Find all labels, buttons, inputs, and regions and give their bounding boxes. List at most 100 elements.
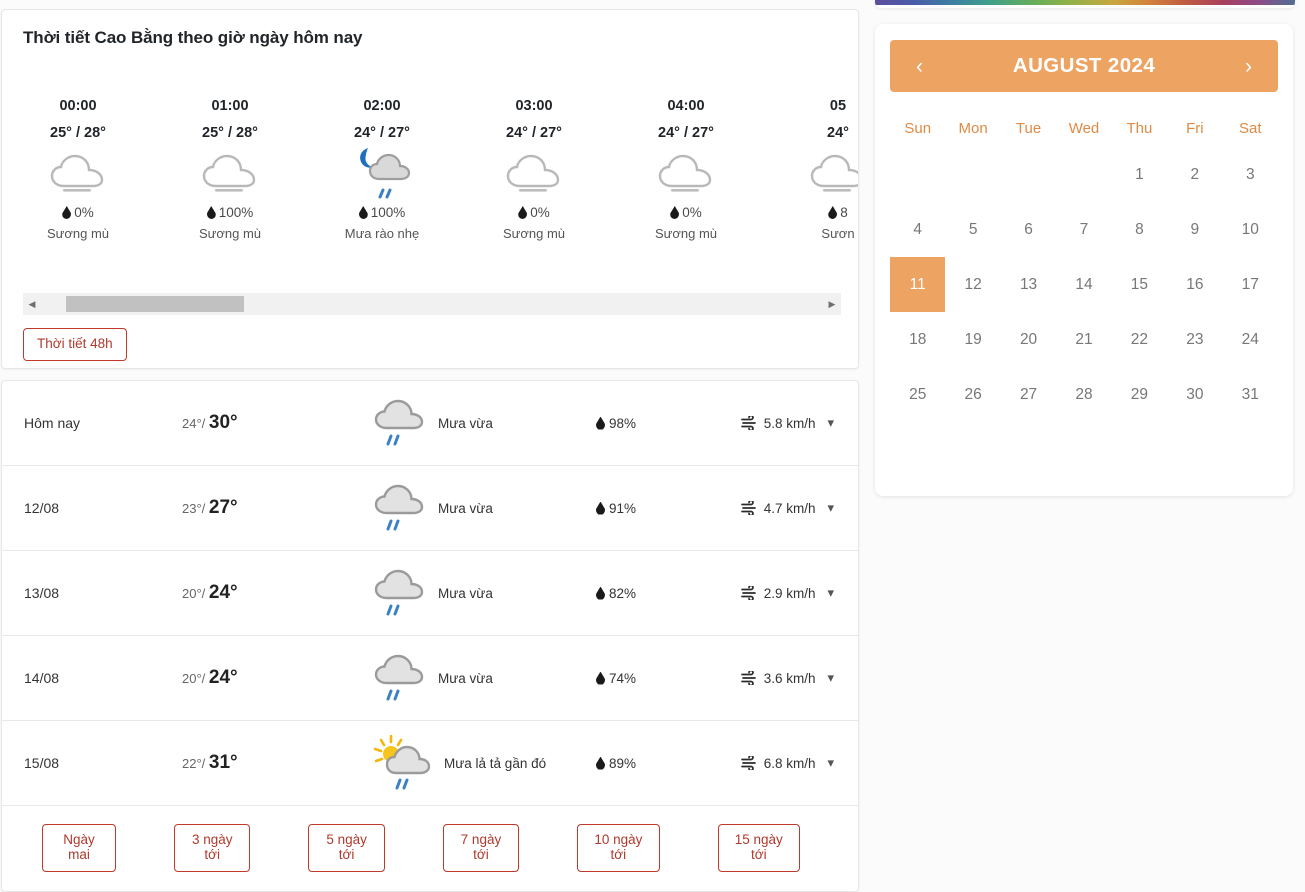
calendar-day-cell[interactable]: 7 — [1056, 202, 1111, 257]
calendar-day-18[interactable]: 18 — [890, 312, 945, 367]
chevron-down-icon[interactable]: ▾ — [827, 755, 834, 771]
calendar-day-8[interactable]: 8 — [1112, 202, 1167, 257]
calendar-day-cell[interactable]: 21 — [1056, 312, 1111, 367]
daily-wind: 6.8 km/h ▾ — [730, 755, 838, 771]
scrollbar-track[interactable] — [41, 296, 821, 312]
daily-forecast-row[interactable]: 14/08 20°/ 24° Mưa vừa 74% 3.6 km/h ▾ — [2, 636, 858, 721]
daily-temperature: 22°/ 31° — [182, 752, 238, 773]
hourly-description: Sươn — [821, 226, 855, 241]
calendar-empty-cell — [1001, 147, 1056, 202]
calendar-day-29[interactable]: 29 — [1112, 367, 1167, 422]
calendar-day-25[interactable]: 25 — [890, 367, 945, 422]
calendar-day-15[interactable]: 15 — [1112, 257, 1167, 312]
daily-forecast-row[interactable]: 12/08 23°/ 27° Mưa vừa 91% 4.7 km/h ▾ — [2, 466, 858, 551]
calendar-day-24[interactable]: 24 — [1223, 312, 1278, 367]
calendar-day-cell[interactable]: 10 — [1223, 202, 1278, 257]
calendar-day-cell[interactable]: 22 — [1112, 312, 1167, 367]
calendar-day-cell[interactable]: 1 — [1112, 147, 1167, 202]
chevron-down-icon[interactable]: ▾ — [827, 585, 834, 601]
calendar-day-cell[interactable]: 25 — [890, 367, 945, 422]
weather-48h-button[interactable]: Thời tiết 48h — [23, 328, 127, 361]
calendar-day-cell[interactable]: 4 — [890, 202, 945, 257]
chevron-down-icon[interactable]: ▾ — [827, 500, 834, 516]
calendar-grid: Sun Mon Tue Wed Thu Fri Sat 1 2 3 4 5 6 7 8 9 10 11 12 13 14… — [890, 106, 1278, 422]
calendar-day-7[interactable]: 7 — [1056, 202, 1111, 257]
calendar-day-19[interactable]: 19 — [946, 312, 1001, 367]
calendar-day-22[interactable]: 22 — [1112, 312, 1167, 367]
calendar-day-cell[interactable]: 6 — [1001, 202, 1056, 257]
daily-forecast-row[interactable]: Hôm nay 24°/ 30° Mưa vừa 98% 5.8 km/h ▾ — [2, 381, 858, 466]
forecast-range-button[interactable]: 15 ngày tới — [717, 824, 800, 872]
calendar-day-cell[interactable]: 31 — [1223, 367, 1278, 422]
calendar-day-cell[interactable]: 30 — [1167, 367, 1222, 422]
hourly-title: Thời tiết Cao Bằng theo giờ ngày hôm nay — [23, 28, 363, 47]
calendar-day-cell[interactable]: 16 — [1167, 257, 1222, 312]
calendar-day-cell[interactable]: 8 — [1112, 202, 1167, 257]
calendar-day-cell[interactable]: 20 — [1001, 312, 1056, 367]
calendar-day-16[interactable]: 16 — [1167, 257, 1222, 312]
calendar-day-11[interactable]: 11 — [890, 257, 946, 312]
calendar-day-cell[interactable]: 14 — [1056, 257, 1111, 312]
calendar-next-month-icon[interactable]: › — [1245, 56, 1252, 77]
calendar-day-26[interactable]: 26 — [946, 367, 1001, 422]
calendar-day-cell[interactable]: 13 — [1001, 257, 1056, 312]
chevron-down-icon[interactable]: ▾ — [827, 670, 834, 686]
hourly-weather-icon — [610, 145, 762, 201]
calendar-day-31[interactable]: 31 — [1223, 367, 1278, 422]
calendar-day-cell[interactable]: 23 — [1167, 312, 1222, 367]
scrollbar-thumb[interactable] — [66, 296, 244, 312]
calendar-day-cell[interactable]: 26 — [945, 367, 1000, 422]
calendar-day-1[interactable]: 1 — [1112, 147, 1167, 202]
calendar-day-cell[interactable]: 19 — [945, 312, 1000, 367]
calendar-day-12[interactable]: 12 — [946, 257, 1001, 312]
rainbow-gradient-bar — [875, 0, 1295, 5]
forecast-range-button[interactable]: 7 ngày tới — [442, 824, 520, 872]
forecast-range-button[interactable]: 5 ngày tới — [308, 824, 385, 872]
calendar-day-23[interactable]: 23 — [1167, 312, 1222, 367]
calendar-day-cell[interactable]: 28 — [1056, 367, 1111, 422]
calendar-day-cell[interactable]: 17 — [1223, 257, 1278, 312]
calendar-day-17[interactable]: 17 — [1223, 257, 1278, 312]
calendar-day-14[interactable]: 14 — [1056, 257, 1111, 312]
scroll-right-arrow-icon[interactable]: ▶ — [823, 293, 841, 315]
calendar-day-27[interactable]: 27 — [1001, 367, 1056, 422]
calendar-day-6[interactable]: 6 — [1001, 202, 1056, 257]
daily-forecast-row[interactable]: 15/08 22°/ 31° Mưa lả tả gần đó 89% 6.8 km/h… — [2, 721, 858, 806]
calendar-day-4[interactable]: 4 — [890, 202, 945, 257]
calendar-day-28[interactable]: 28 — [1056, 367, 1111, 422]
calendar-day-3[interactable]: 3 — [1223, 147, 1278, 202]
calendar-day-10[interactable]: 10 — [1223, 202, 1278, 257]
forecast-range-button[interactable]: 3 ngày tới — [174, 824, 251, 872]
calendar-day-9[interactable]: 9 — [1167, 202, 1222, 257]
calendar-day-cell[interactable]: 24 — [1223, 312, 1278, 367]
calendar-day-20[interactable]: 20 — [1001, 312, 1056, 367]
calendar-day-cell[interactable]: 15 — [1112, 257, 1167, 312]
hourly-scrollbar[interactable]: ◀ ▶ — [23, 293, 841, 315]
calendar-day-cell[interactable]: 12 — [945, 257, 1000, 312]
daily-wind-value: 2.9 km/h — [763, 585, 816, 601]
calendar-day-cell[interactable]: 11 — [890, 257, 946, 312]
forecast-range-button[interactable]: 10 ngày tới — [577, 824, 660, 872]
calendar-day-cell[interactable]: 29 — [1112, 367, 1167, 422]
chevron-down-icon[interactable]: ▾ — [827, 415, 834, 431]
calendar-prev-month-icon[interactable]: ‹ — [916, 56, 923, 77]
calendar-day-30[interactable]: 30 — [1167, 367, 1222, 422]
calendar-day-cell[interactable]: 5 — [945, 202, 1000, 257]
forecast-range-button[interactable]: Ngày mai — [42, 824, 117, 872]
calendar-day-2[interactable]: 2 — [1167, 147, 1222, 202]
calendar-day-5[interactable]: 5 — [946, 202, 1001, 257]
daily-forecast-row[interactable]: 13/08 20°/ 24° Mưa vừa 82% 2.9 km/h ▾ — [2, 551, 858, 636]
calendar-day-cell[interactable]: 27 — [1001, 367, 1056, 422]
calendar-day-cell[interactable]: 18 — [890, 312, 945, 367]
calendar-day-cell[interactable]: 3 — [1223, 147, 1278, 202]
calendar-day-cell[interactable]: 2 — [1167, 147, 1222, 202]
hourly-scroll-strip[interactable]: 00:00 25° / 28° 0% Sương mù 01:00 25° / 28° 10… — [2, 88, 858, 278]
wind-icon — [740, 416, 756, 430]
scroll-left-arrow-icon[interactable]: ◀ — [23, 293, 41, 315]
calendar-weekday-label: Thu — [1126, 120, 1153, 137]
calendar-day-21[interactable]: 21 — [1056, 312, 1111, 367]
daily-temp-max: 30° — [208, 412, 238, 433]
hourly-time: 01:00 — [211, 98, 249, 114]
calendar-day-cell[interactable]: 9 — [1167, 202, 1222, 257]
calendar-day-13[interactable]: 13 — [1001, 257, 1056, 312]
